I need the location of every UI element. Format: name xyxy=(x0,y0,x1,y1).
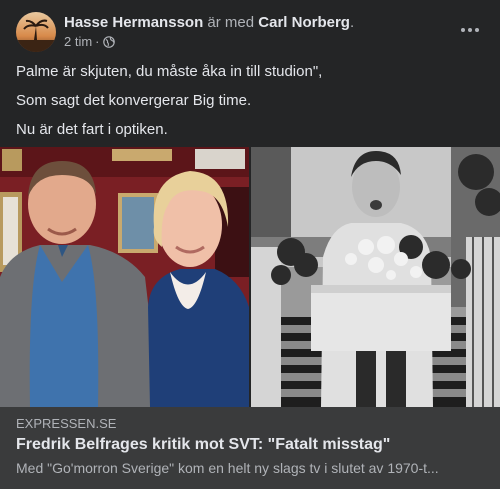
author-name[interactable]: Hasse Hermansson xyxy=(64,14,203,31)
globe-icon xyxy=(102,36,115,48)
link-domain: EXPRESSEN.SE xyxy=(16,416,117,431)
post-text-line: Nu är det fart i optiken. xyxy=(16,121,168,138)
meta-separator: · xyxy=(95,34,100,49)
with-text: är med xyxy=(207,14,255,31)
photo-couple xyxy=(0,147,249,407)
post-header: Hasse Hermansson är med Carl Norberg. 2 … xyxy=(16,12,484,52)
link-preview-image[interactable] xyxy=(0,147,500,407)
post-text: Palme är skjuten, du måste åka in till s… xyxy=(16,62,484,149)
post-text-line: Som sagt det konvergerar Big time. xyxy=(16,92,252,109)
photo-man-flowers xyxy=(251,147,500,407)
link-title[interactable]: Fredrik Belfrages kritik mot SVT: "Fatal… xyxy=(16,435,390,455)
link-description: Med "Go'morron Sverige" kom en helt ny s… xyxy=(16,460,439,476)
post-meta: 2 tim · xyxy=(64,34,115,50)
feed-post: Hasse Hermansson är med Carl Norberg. 2 … xyxy=(0,0,500,489)
post-time[interactable]: 2 tim xyxy=(64,34,92,50)
tagged-name[interactable]: Carl Norberg xyxy=(258,14,350,31)
author-line: Hasse Hermansson är med Carl Norberg. xyxy=(64,14,354,32)
link-preview-box[interactable]: EXPRESSEN.SE Fredrik Belfrages kritik mo… xyxy=(0,407,500,489)
tagged-suffix: . xyxy=(349,14,355,31)
more-options-icon[interactable] xyxy=(456,20,484,40)
post-text-line: Palme är skjuten, du måste åka in till s… xyxy=(16,63,323,80)
author-avatar[interactable] xyxy=(16,12,56,52)
